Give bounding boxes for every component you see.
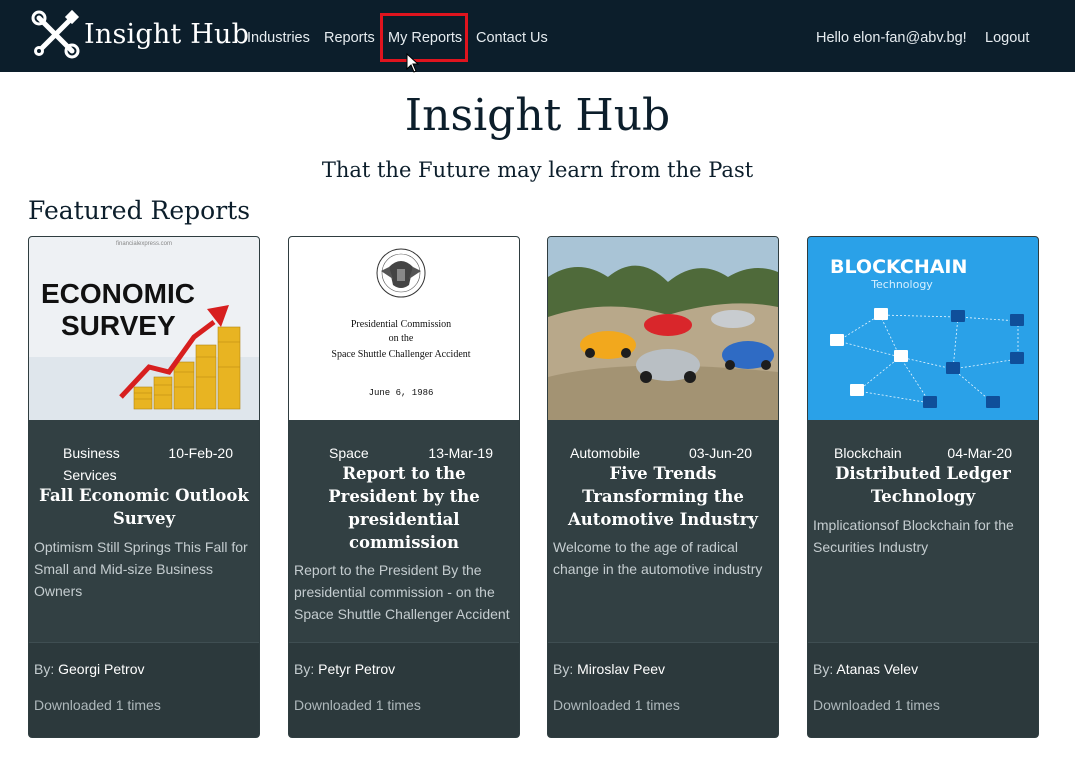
report-card[interactable]: financialexpress.com ECONOMIC SURVEY Bus… <box>28 236 260 738</box>
author-name: Atanas Velev <box>836 661 919 677</box>
card-author: By: Miroslav Peev <box>553 661 665 677</box>
page-subtitle: That the Future may learn from the Past <box>321 158 754 182</box>
card-author: By: Atanas Velev <box>813 661 918 677</box>
card-downloads: Downloaded 1 times <box>813 697 940 713</box>
page-title: Insight Hub <box>404 90 671 141</box>
author-prefix: By: <box>294 661 315 677</box>
card-date: 03-Jun-20 <box>688 445 752 461</box>
tools-logo-icon <box>31 9 80 59</box>
presidential-commission-image: Presidential Commission on the Space Shu… <box>289 237 519 420</box>
card-industry: Automobile <box>570 445 641 461</box>
card-image: BLOCKCHAIN Technology <box>808 237 1038 420</box>
card-industry: Blockchain <box>834 445 902 461</box>
section-heading: Featured Reports <box>28 196 251 225</box>
author-prefix: By: <box>813 661 834 677</box>
mouse-cursor-icon <box>406 53 420 73</box>
card-date: 10-Feb-20 <box>168 445 233 461</box>
card-body: Automobile 03-Jun-20 Five Trends Transfo… <box>548 420 778 642</box>
author-name: Petyr Petrov <box>318 661 396 677</box>
card-industry: Business Services <box>63 445 120 483</box>
card-footer: By: Georgi Petrov Downloaded 1 times <box>29 642 259 737</box>
card-downloads: Downloaded 1 times <box>34 697 161 713</box>
card-image: Presidential Commission on the Space Shu… <box>289 237 519 420</box>
cars-photo-image <box>548 237 778 420</box>
card-body: Business Services 10-Feb-20 Fall Economi… <box>29 420 259 642</box>
top-navbar: Insight Hub Industries Reports My Report… <box>0 0 1075 73</box>
card-footer: By: Atanas Velev Downloaded 1 times <box>808 642 1038 737</box>
card-footer: By: Miroslav Peev Downloaded 1 times <box>548 642 778 737</box>
report-card[interactable]: BLOCKCHAIN Technology Blockchain 04-Mar-… <box>807 236 1039 738</box>
report-card[interactable]: Presidential Commission on the Space Shu… <box>288 236 520 738</box>
image-headline-1: ECONOMIC <box>41 278 195 309</box>
report-card[interactable]: Automobile 03-Jun-20 Five Trends Transfo… <box>547 236 779 738</box>
card-industry: Space <box>329 445 369 461</box>
card-downloads: Downloaded 1 times <box>553 697 680 713</box>
card-title[interactable]: Distributed Ledger Technology <box>818 462 1028 508</box>
card-footer: By: Petyr Petrov Downloaded 1 times <box>289 642 519 737</box>
nav-reports[interactable]: Reports <box>324 30 375 46</box>
nav-industries[interactable]: Industries <box>247 30 310 46</box>
card-author: By: Georgi Petrov <box>34 661 145 677</box>
author-prefix: By: <box>553 661 574 677</box>
economic-survey-image: financialexpress.com ECONOMIC SURVEY <box>29 237 259 420</box>
image-line-1: Presidential Commission <box>351 319 451 330</box>
blockchain-image: BLOCKCHAIN Technology <box>808 237 1038 420</box>
card-body: Space 13-Mar-19 Report to the President … <box>289 420 519 642</box>
author-prefix: By: <box>34 661 55 677</box>
image-subheadline: Technology <box>870 278 933 291</box>
card-body: Blockchain 04-Mar-20 Distributed Ledger … <box>808 420 1038 642</box>
logout-link[interactable]: Logout <box>985 30 1029 46</box>
card-description: Implicationsof Blockchain for the Securi… <box>813 517 1014 555</box>
card-downloads: Downloaded 1 times <box>294 697 421 713</box>
card-title[interactable]: Fall Economic Outlook Survey <box>39 484 249 530</box>
nav-contact-us[interactable]: Contact Us <box>476 30 548 46</box>
brand-logo-link[interactable]: Insight Hub <box>30 6 249 62</box>
card-date: 04-Mar-20 <box>947 445 1012 461</box>
card-author: By: Petyr Petrov <box>294 661 395 677</box>
author-name: Georgi Petrov <box>58 661 145 677</box>
image-headline: BLOCKCHAIN <box>830 256 967 278</box>
image-line-3: Space Shuttle Challenger Accident <box>331 349 470 360</box>
card-description: Report to the President By the president… <box>294 562 510 622</box>
card-image: financialexpress.com ECONOMIC SURVEY <box>29 237 259 420</box>
image-headline-2: SURVEY <box>61 310 176 341</box>
user-greeting: Hello elon-fan@abv.bg! <box>816 30 967 46</box>
card-title[interactable]: Five Trends Transforming the Automotive … <box>558 462 768 531</box>
image-watermark-text: financialexpress.com <box>116 241 172 247</box>
brand-name: Insight Hub <box>84 18 250 50</box>
image-line-4: June 6, 1986 <box>369 388 434 398</box>
card-description: Optimism Still Springs This Fall for Sma… <box>34 539 248 599</box>
card-title[interactable]: Report to the President by the president… <box>299 462 509 554</box>
card-description: Welcome to the age of radical change in … <box>553 539 763 577</box>
card-date: 13-Mar-19 <box>428 445 493 461</box>
card-image <box>548 237 778 420</box>
author-name: Miroslav Peev <box>577 661 666 677</box>
highlight-box <box>380 13 468 62</box>
image-line-2: on the <box>389 333 414 344</box>
